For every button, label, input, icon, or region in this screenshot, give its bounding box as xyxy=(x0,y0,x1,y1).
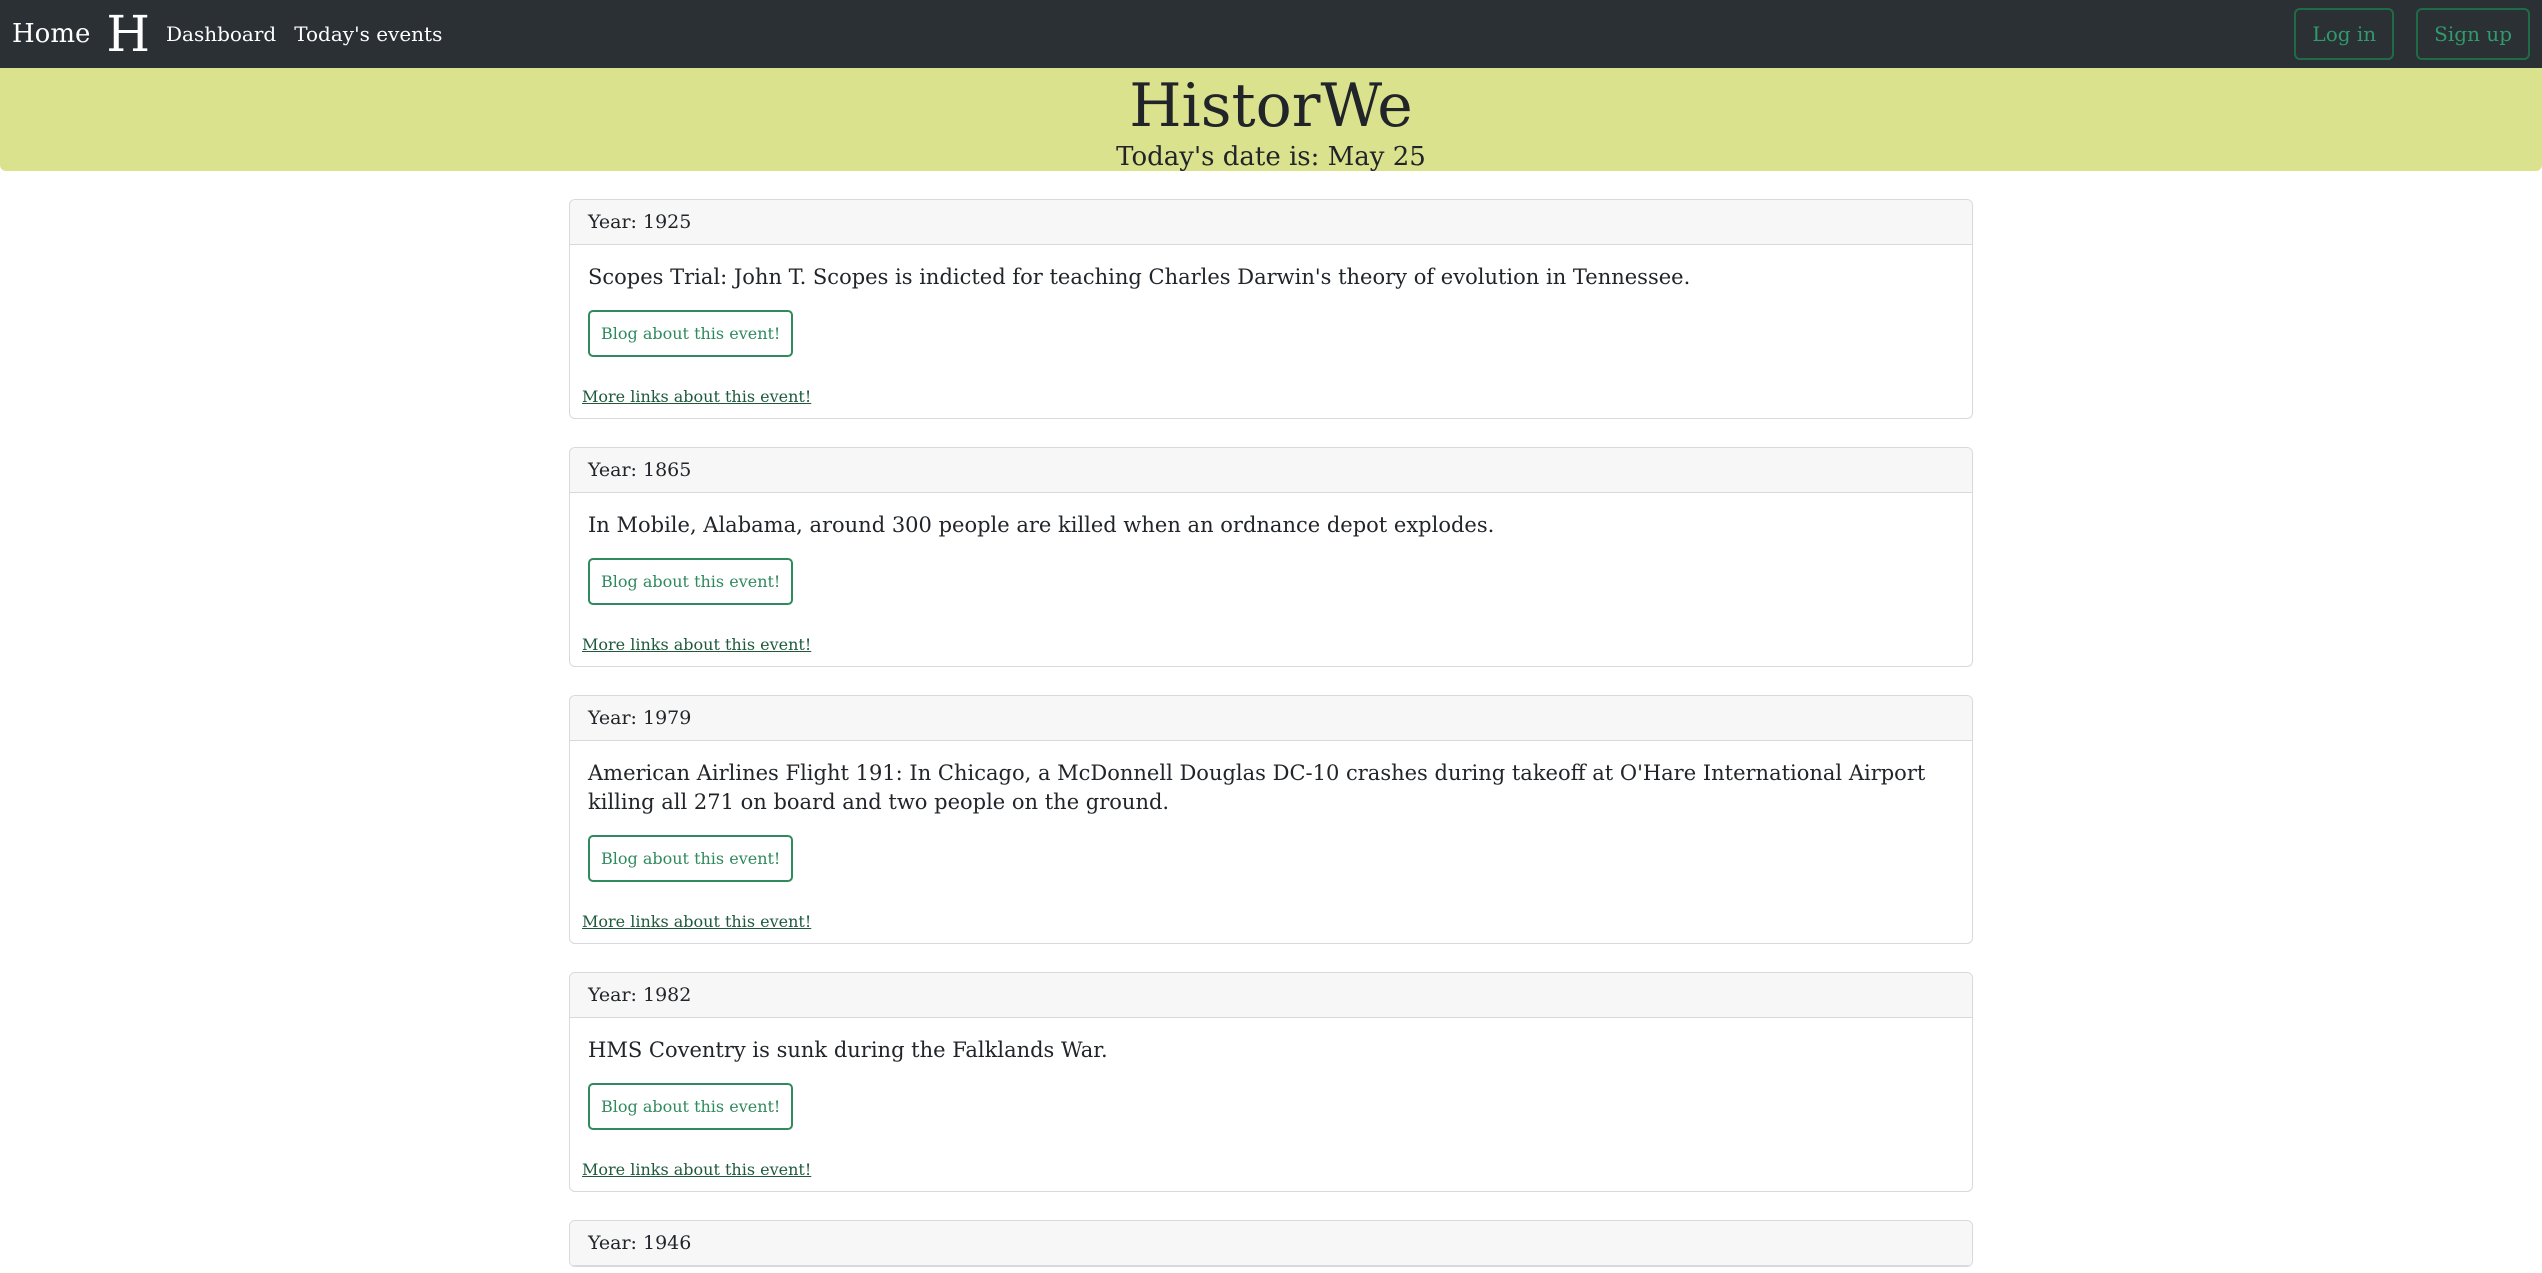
hero-banner: HistorWe Today's date is: May 25 xyxy=(0,68,2542,172)
nav-left: Home H Dashboard Today's events xyxy=(12,9,460,59)
event-card: Year: 1982 HMS Coventry is sunk during t… xyxy=(569,972,1973,1192)
login-button[interactable]: Log in xyxy=(2294,8,2395,60)
event-description: Scopes Trial: John T. Scopes is indicted… xyxy=(588,265,1691,289)
event-card: Year: 1979 American Airlines Flight 191:… xyxy=(569,695,1973,944)
event-body: In Mobile, Alabama, around 300 people ar… xyxy=(570,493,1972,654)
more-links-link[interactable]: More links about this event! xyxy=(582,387,1954,406)
event-card: Year: 1925 Scopes Trial: John T. Scopes … xyxy=(569,199,1973,419)
event-year: Year: 1979 xyxy=(570,696,1972,741)
more-links-link[interactable]: More links about this event! xyxy=(582,635,1954,654)
event-body: Scopes Trial: John T. Scopes is indicted… xyxy=(570,245,1972,406)
logo-h-icon[interactable]: H xyxy=(106,9,150,59)
event-year: Year: 1982 xyxy=(570,973,1972,1018)
event-description: HMS Coventry is sunk during the Falkland… xyxy=(588,1038,1108,1062)
event-year: Year: 1865 xyxy=(570,448,1972,493)
event-description: In Mobile, Alabama, around 300 people ar… xyxy=(588,513,1495,537)
events-list: Year: 1925 Scopes Trial: John T. Scopes … xyxy=(569,199,1973,1267)
event-body: American Airlines Flight 191: In Chicago… xyxy=(570,741,1972,931)
signup-button[interactable]: Sign up xyxy=(2416,8,2530,60)
nav-right: Log in Sign up xyxy=(2272,8,2530,60)
event-year: Year: 1925 xyxy=(570,200,1972,245)
event-card: Year: 1946 xyxy=(569,1220,1973,1267)
event-description: American Airlines Flight 191: In Chicago… xyxy=(588,761,1926,814)
blog-about-event-button[interactable]: Blog about this event! xyxy=(588,558,794,605)
more-links-link[interactable]: More links about this event! xyxy=(582,912,1954,931)
more-links-link[interactable]: More links about this event! xyxy=(582,1160,1954,1179)
site-title: HistorWe xyxy=(1129,71,1413,141)
top-navbar: Home H Dashboard Today's events Log in S… xyxy=(0,0,2542,68)
todays-date: Today's date is: May 25 xyxy=(1116,142,1426,172)
home-link[interactable]: Home xyxy=(12,19,90,49)
dashboard-link[interactable]: Dashboard xyxy=(166,22,276,46)
blog-about-event-button[interactable]: Blog about this event! xyxy=(588,1083,794,1130)
blog-about-event-button[interactable]: Blog about this event! xyxy=(588,835,794,882)
blog-about-event-button[interactable]: Blog about this event! xyxy=(588,310,794,357)
event-body: HMS Coventry is sunk during the Falkland… xyxy=(570,1018,1972,1179)
event-card: Year: 1865 In Mobile, Alabama, around 30… xyxy=(569,447,1973,667)
todays-events-link[interactable]: Today's events xyxy=(294,22,442,46)
event-year: Year: 1946 xyxy=(570,1221,1972,1266)
